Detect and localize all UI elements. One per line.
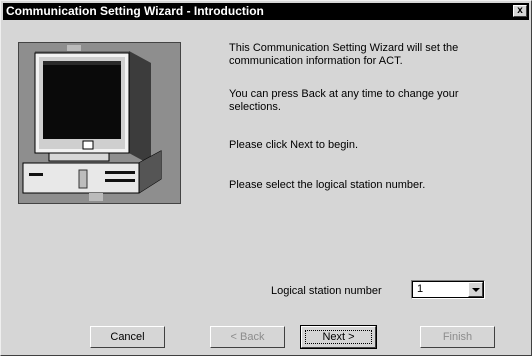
intro-text: This Communication Setting Wizard will s… bbox=[229, 42, 459, 54]
intro-paragraph-4: Please select the logical station number… bbox=[229, 179, 509, 192]
intro-text: Please select the logical station number… bbox=[229, 179, 426, 191]
intro-paragraph-3: Please click Next to begin. bbox=[229, 139, 509, 152]
intro-paragraph-2: You can press Back at any time to change… bbox=[229, 88, 509, 114]
dropdown-arrow-icon[interactable] bbox=[468, 282, 483, 297]
intro-text: communication information for ACT. bbox=[229, 55, 403, 67]
intro-text: You can press Back at any time to change… bbox=[229, 88, 459, 100]
intro-paragraph-1: This Communication Setting Wizard will s… bbox=[229, 42, 509, 68]
finish-button[interactable]: Finish bbox=[420, 326, 495, 348]
intro-text: Please click Next to begin. bbox=[229, 139, 359, 151]
close-icon: x bbox=[517, 5, 523, 16]
next-button[interactable]: Next > bbox=[300, 325, 377, 349]
back-button[interactable]: < Back bbox=[210, 326, 285, 348]
station-number-select[interactable]: 1 bbox=[411, 280, 485, 299]
computer-illustration bbox=[18, 42, 181, 204]
station-number-value: 1 bbox=[417, 283, 424, 295]
finish-button-label: Finish bbox=[442, 331, 473, 343]
window-title: Communication Setting Wizard - Introduct… bbox=[6, 4, 264, 18]
intro-text: selections. bbox=[229, 101, 281, 113]
title-bar[interactable]: Communication Setting Wizard - Introduct… bbox=[3, 3, 529, 20]
next-button-label: Next > bbox=[322, 331, 355, 343]
cancel-button[interactable]: Cancel bbox=[90, 326, 165, 348]
close-button[interactable]: x bbox=[513, 5, 527, 17]
station-number-label: Logical station number bbox=[271, 285, 382, 297]
wizard-window: Communication Setting Wizard - Introduct… bbox=[0, 0, 532, 356]
cancel-button-label: Cancel bbox=[110, 331, 145, 343]
back-button-label: < Back bbox=[230, 331, 265, 343]
computer-illustration-graphic bbox=[19, 43, 180, 203]
